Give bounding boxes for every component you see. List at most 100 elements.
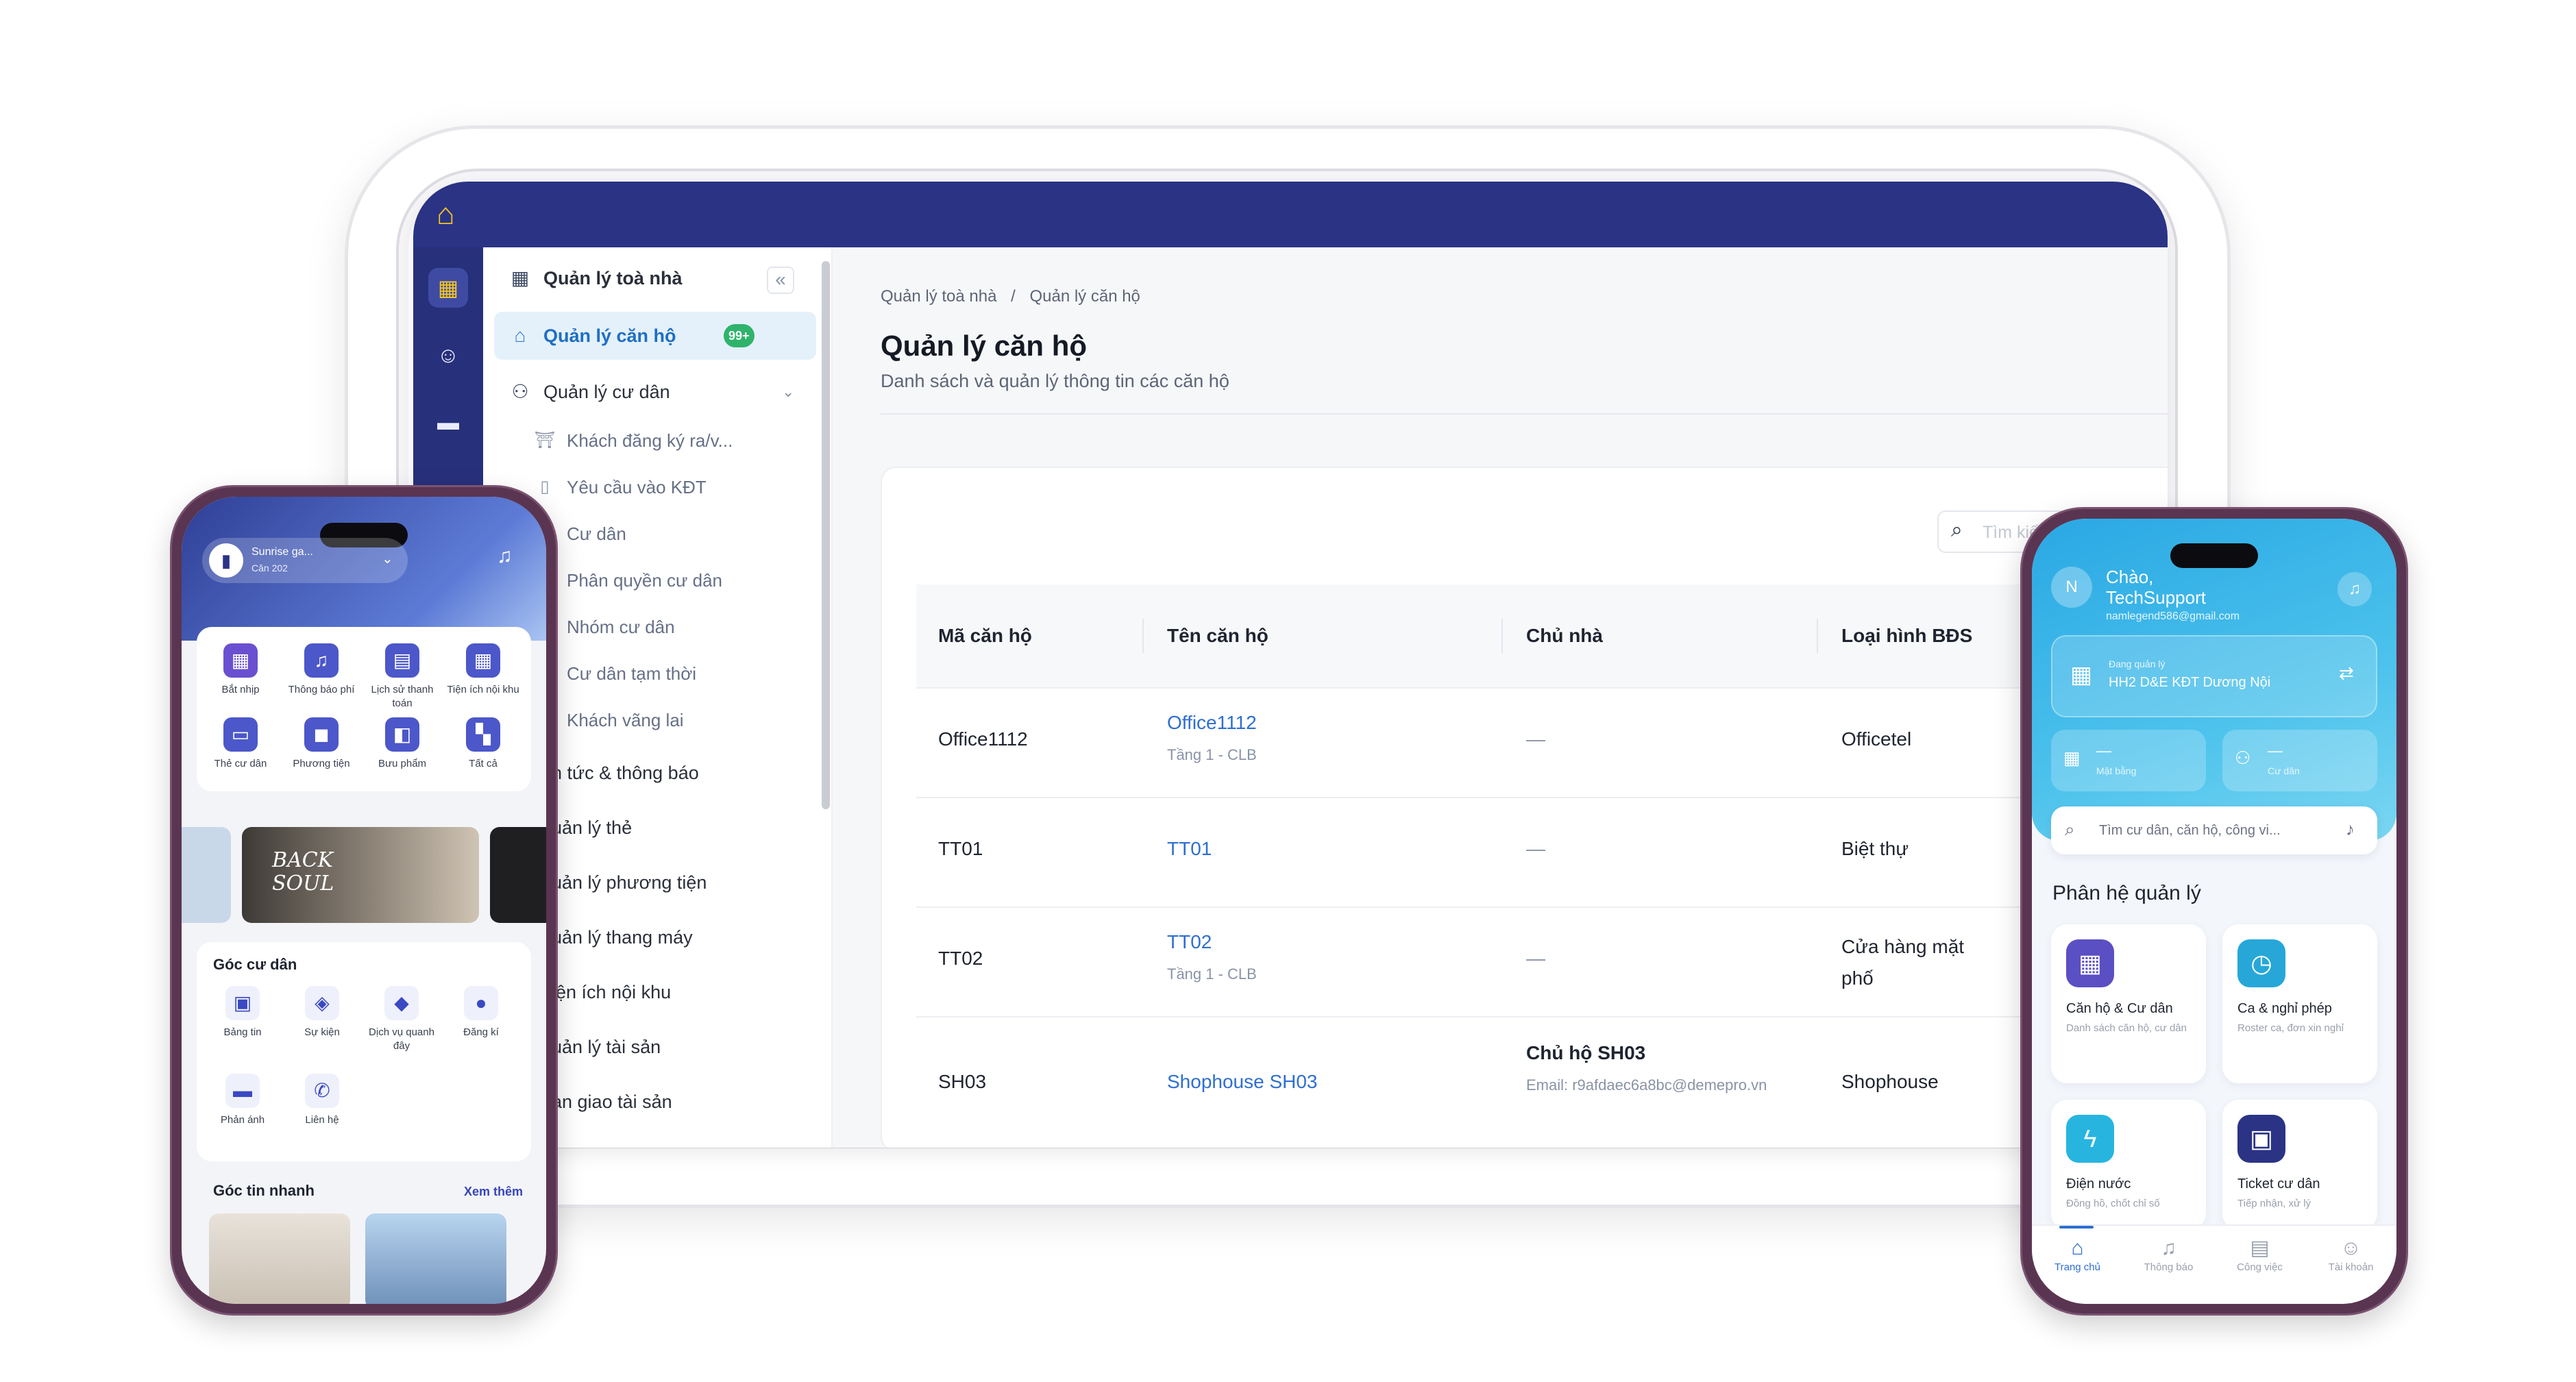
sidebar-item-amenities[interactable]: iện ích nội khu [552,968,671,1016]
quick-tile-2[interactable]: ▤ Lịch sử thanh toán [364,643,441,711]
table-row[interactable]: Office1112 Office1112 Tầng 1 - CLB — Off… [916,689,2168,797]
module-card-utilities[interactable]: ϟ Điện nước Đồng hồ, chốt chỉ số [2051,1100,2206,1230]
apartment-link[interactable]: TT02 [1167,931,1212,953]
resident-tile-0[interactable]: ▣ Bảng tin [205,986,280,1039]
bolt-icon: ϟ [2066,1115,2114,1163]
quick-tile-1[interactable]: ♫ Thông báo phí [283,643,360,697]
board-icon: ▣ [225,986,260,1020]
sidebar-item-entry-requests[interactable]: ▯ Yêu cầu vào KĐT [532,464,820,510]
sidebar-scrollbar[interactable] [822,261,830,809]
sidebar-item-assets[interactable]: uản lý tài sản [552,1023,661,1071]
sidebar-item-cards[interactable]: uản lý thẻ [552,804,632,852]
staff-app-screen: N Chào, TechSupport namlegend586@gmail.c… [2032,519,2396,1304]
module-card-tickets[interactable]: ▣ Ticket cư dân Tiếp nhận, xử lý [2222,1100,2377,1230]
buildings-icon[interactable]: ▦ [428,268,468,308]
banner-thumb[interactable] [182,827,231,923]
project-selector[interactable]: ▮ Sunrise ga... Căn 202 ⌄ [202,538,408,583]
banner-thumb[interactable] [490,827,546,923]
chat-icon[interactable]: ▬ [428,402,468,442]
sidebar-item-temporary-residents[interactable]: ●Cư dân tạm thời [532,650,820,697]
sidebar-group-residents[interactable]: ⚇ Quản lý cư dân ⌄ [494,368,816,416]
section-title-modules: Phân hệ quản lý [2052,882,2201,904]
chevron-down-icon: ⌄ [382,552,393,567]
news-thumb-tower[interactable] [365,1213,506,1304]
banner-image[interactable]: BACK SOUL [242,827,479,923]
sidebar-item-apartments[interactable]: ⌂ Quản lý căn hộ 99+ [494,312,816,360]
desktop-app-screen: ⌂ ▦ ☺ ▬ ▭ ▦ Quản lý toà nhà « ⌂ Quản lý … [413,182,2168,1148]
column-header-owner[interactable]: Chủ nhà [1526,584,1603,687]
person-icon[interactable]: ☺ [428,335,468,375]
quick-tile-3[interactable]: ▦ Tiện ích nội khu [445,643,522,697]
resident-tile-3[interactable]: ● Đăng kí [443,986,519,1039]
bell-icon[interactable]: ♫ [497,545,513,568]
avatar[interactable]: N [2051,567,2092,608]
sidebar-item-visitors[interactable]: ●Khách vãng lai [532,697,820,743]
quick-tile-5[interactable]: ◼ Phương tiện [283,717,360,771]
building-icon: ▦ [2070,662,2093,688]
project-logo-icon: ▮ [209,543,243,578]
resident-tile-1[interactable]: ◈ Sự kiện [284,986,360,1039]
staff-phone-frame: N Chào, TechSupport namlegend586@gmail.c… [2020,507,2408,1316]
receipt-icon: ▤ [385,643,419,678]
top-bar: ⌂ [413,182,2168,247]
table-row[interactable]: TT02 TT02 Tầng 1 - CLB — Cửa hàng mặt ph… [916,908,2168,1016]
module-card-apartments[interactable]: ▦ Căn hộ & Cư dân Danh sách căn hộ, cư d… [2051,924,2206,1083]
cell-type: Shophouse [1841,1071,1939,1092]
table-header: Mã căn hộ Tên căn hộ Chủ nhà Loại hình B… [916,584,2168,687]
sidebar-item-vehicles[interactable]: uản lý phương tiện [552,859,707,906]
cell-owner: — [1526,728,1545,750]
breadcrumb-current: Quản lý căn hộ [1029,287,1140,306]
bell-icon: ♫ [304,643,339,678]
column-header-name[interactable]: Tên căn hộ [1167,584,1268,687]
breadcrumb-parent[interactable]: Quản lý toà nhà [881,287,996,306]
resident-tile-4[interactable]: ▬ Phản ánh [205,1074,280,1127]
quick-tile-7[interactable]: ▚ Tất cả [445,717,522,771]
car-icon: ◼ [304,717,339,752]
resident-phone-frame: ▮ Sunrise ga... Căn 202 ⌄ ♫ BACK SOUL Gó… [170,485,558,1316]
switch-icon[interactable]: ⇄ [2339,663,2354,684]
nav-account[interactable]: ☺ Tài khoản [2305,1235,2396,1273]
bell-icon[interactable]: ♫ [2338,572,2372,606]
see-more-link[interactable]: Xem thêm [464,1185,523,1199]
greeting: Chào, [2106,567,2154,587]
resident-tile-2[interactable]: ◆ Dịch vụ quanh đây [364,986,439,1053]
sidebar-item-resident-groups[interactable]: ●Nhóm cư dân [532,604,820,650]
column-divider [1501,619,1503,653]
sidebar-item-news[interactable]: n tức & thông báo [552,749,699,797]
table-row[interactable]: SH03 Shophouse SH03 Chủ hộ SH03 Email: r… [916,1017,2168,1148]
sidebar-item-residents[interactable]: ●Cư dân [532,510,820,557]
section-title-news: Góc tin nhanh [213,1182,315,1199]
sidebar-item-resident-permissions[interactable]: ◆Phân quyền cư dân [532,557,820,604]
promo-banner-carousel[interactable]: BACK SOUL [182,827,546,927]
nav-notifications[interactable]: ♫ Thông báo [2123,1235,2214,1273]
quick-tile-4[interactable]: ▭ Thẻ cư dân [202,717,279,771]
column-header-code[interactable]: Mã căn hộ [938,584,1032,687]
quick-tile-6[interactable]: ◧ Bưu phẩm [364,717,441,771]
sidebar-item-asset-handover[interactable]: àn giao tài sản [552,1078,672,1126]
chevron-down-icon: ⌄ [782,383,795,400]
cell-code: Office1112 [938,728,1028,750]
column-header-type[interactable]: Loại hình BĐS [1841,584,1972,687]
search-input[interactable]: ⌕ Tìm cư dân, căn hộ, công vi... ♪ [2051,806,2377,854]
building-icon: ▦ [2066,939,2114,987]
stat-card-premises: ▦ — Mặt bằng [2051,730,2206,791]
collapse-sidebar-button[interactable]: « [767,267,794,294]
building-logo-icon[interactable]: ⌂ [437,194,478,235]
table-row[interactable]: TT01 TT01 — Biệt thự [916,798,2168,906]
news-thumb-interior[interactable] [209,1213,350,1304]
microphone-icon[interactable]: ♪ [2346,819,2355,840]
managing-building-card[interactable]: ▦ Đang quản lý HH2 D&E KĐT Dương Nội ⇄ [2051,635,2377,717]
cell-code: SH03 [938,1071,987,1092]
sidebar-item-elevators[interactable]: uản lý thang máy [552,913,693,961]
apartment-link[interactable]: Office1112 [1167,712,1257,734]
search-icon: ⌕ [1951,519,1963,541]
resident-tile-5[interactable]: ✆ Liên hệ [284,1074,360,1127]
apartment-link[interactable]: Shophouse SH03 [1167,1071,1318,1093]
section-title-resident-corner: Góc cư dân [213,956,297,973]
nav-tasks[interactable]: ▤ Công việc [2214,1235,2305,1273]
quick-tile-0[interactable]: ▦ Bắt nhịp [202,643,279,697]
sidebar-item-guest-registration[interactable]: ⛩ Khách đăng ký ra/v... [532,417,820,464]
module-card-shifts[interactable]: ◷ Ca & nghỉ phép Roster ca, đơn xin nghỉ [2222,924,2377,1083]
apartment-link[interactable]: TT01 [1167,838,1212,860]
nav-home[interactable]: ⌂ Trang chủ [2032,1235,2123,1273]
